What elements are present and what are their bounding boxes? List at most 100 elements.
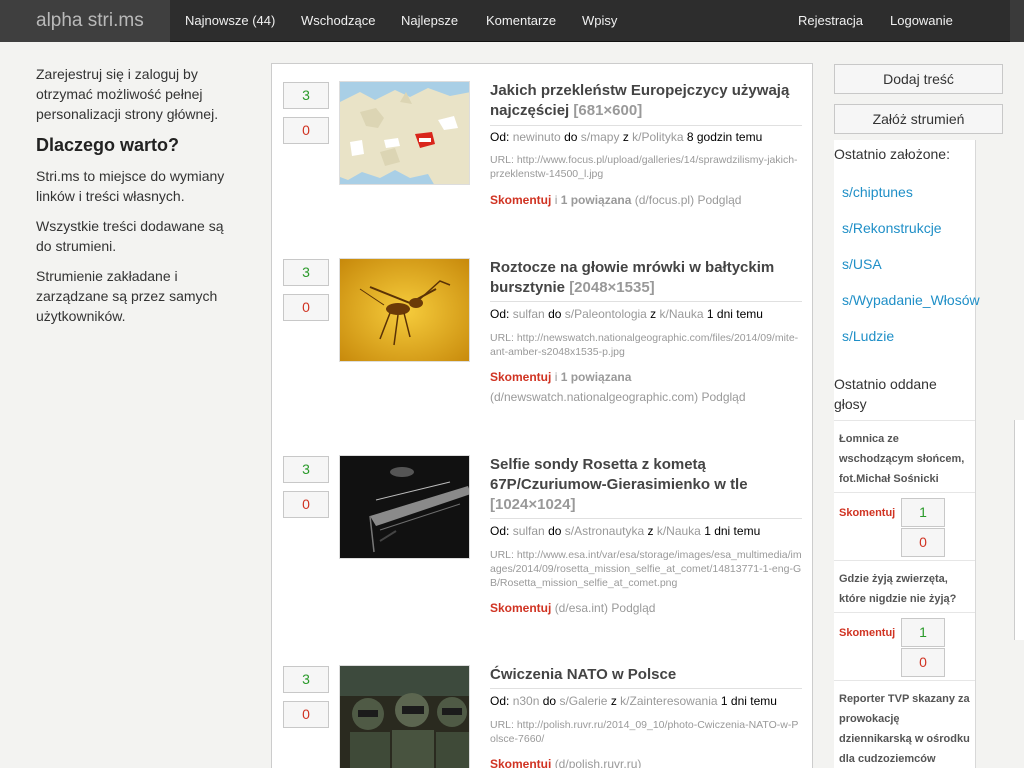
create-stream-button[interactable]: Załóż strumień: [834, 104, 1003, 134]
meta-label: z: [647, 524, 654, 538]
right-sidebar: Ostatnio założone: s/chiptunes s/Rekonst…: [834, 140, 980, 768]
add-content-button[interactable]: Dodaj treść: [834, 64, 1003, 94]
preview-link[interactable]: Podgląd: [697, 193, 741, 207]
image-dimensions: [1024×1024]: [490, 496, 576, 513]
domain-link[interactable]: (d/polish.ruvr.ru): [555, 757, 642, 768]
top-navbar: alpha stri.ms Najnowsze (44) Wschodzące …: [0, 0, 1024, 42]
comment-link[interactable]: Skomentuj: [490, 601, 551, 615]
comment-link[interactable]: Skomentuj: [490, 370, 551, 384]
register-link[interactable]: Rejestracja: [798, 0, 863, 42]
post-title-text[interactable]: Ćwiczenia NATO w Polsce: [490, 666, 676, 683]
actions-separator: i: [554, 193, 558, 207]
post-title[interactable]: Jakich przekleństw Europejczycy używają …: [490, 81, 802, 121]
domain-link[interactable]: (d/newswatch.nationalgeographic.com): [490, 390, 698, 404]
nav-best[interactable]: Najlepsze: [401, 0, 458, 42]
stream-link[interactable]: s/USA: [842, 254, 882, 274]
nato-soldiers-image: [340, 666, 469, 768]
post-title[interactable]: Roztocze na głowie mrówki w bałtyckim bu…: [490, 258, 802, 298]
preview-link[interactable]: Podgląd: [701, 390, 745, 404]
stream-link[interactable]: s/Wypadanie_Włosów: [842, 290, 980, 310]
stream-link[interactable]: s/Paleontologia: [565, 307, 647, 321]
upvote-button[interactable]: 1: [901, 498, 945, 527]
post-meta: Od: sulfan do s/Paleontologia z k/Nauka …: [490, 306, 810, 322]
meta-label: do: [548, 307, 562, 321]
stream-link[interactable]: s/Galerie: [559, 694, 607, 708]
stream-link[interactable]: s/Astronautyka: [565, 524, 644, 538]
post-divider: [490, 518, 802, 519]
upvote-button[interactable]: 1: [901, 618, 945, 647]
stream-link[interactable]: s/chiptunes: [842, 182, 913, 202]
post-time: 1 dni temu: [720, 694, 777, 708]
preview-link[interactable]: Podgląd: [611, 601, 655, 615]
downvote-button[interactable]: 0: [283, 701, 329, 728]
downvote-button[interactable]: 0: [283, 117, 329, 144]
upvote-button[interactable]: 3: [283, 456, 329, 483]
nav-rising[interactable]: Wschodzące: [301, 0, 375, 42]
scrollbar[interactable]: [1014, 420, 1024, 640]
downvote-button[interactable]: 0: [901, 528, 945, 557]
post-title-text[interactable]: Selfie sondy Rosetta z kometą 67P/Czuriu…: [490, 456, 748, 493]
category-link[interactable]: k/Zainteresowania: [620, 694, 717, 708]
author-link[interactable]: sulfan: [513, 524, 545, 538]
upvote-button[interactable]: 3: [283, 666, 329, 693]
nav-comments[interactable]: Komentarze: [486, 0, 556, 42]
comment-link[interactable]: Skomentuj: [839, 507, 895, 519]
post-meta: Od: n30n do s/Galerie z k/Zainteresowani…: [490, 693, 810, 709]
post-actions: Skomentuj i 1 powiązana (d/focus.pl) Pod…: [490, 190, 790, 210]
recent-vote-actions: Skomentuj 1 0: [834, 492, 975, 560]
related-link[interactable]: 1 powiązana: [561, 193, 632, 207]
comment-link[interactable]: Skomentuj: [490, 193, 551, 207]
post-time: 8 godzin temu: [686, 130, 763, 144]
post-thumbnail[interactable]: [339, 455, 470, 559]
author-link[interactable]: newinuto: [513, 130, 561, 144]
meta-label: do: [542, 694, 557, 708]
category-link[interactable]: k/Polityka: [632, 130, 683, 144]
vote-item-title[interactable]: Reporter TVP skazany za prowokację dzien…: [839, 689, 975, 768]
category-link[interactable]: k/Nauka: [657, 524, 701, 538]
post-thumbnail[interactable]: [339, 81, 470, 185]
brand-logo[interactable]: alpha stri.ms: [0, 0, 170, 42]
rosetta-selfie-image: [340, 456, 469, 558]
author-link[interactable]: n30n: [513, 694, 540, 708]
recent-vote-item: Reporter TVP skazany za prowokację dzien…: [834, 680, 975, 768]
domain-link[interactable]: (d/focus.pl): [635, 193, 694, 207]
recent-votes-heading: Ostatnio oddane głosy: [834, 376, 937, 412]
comment-link[interactable]: Skomentuj: [839, 627, 895, 639]
post-actions: Skomentuj i 1 powiązana (d/newswatch.nat…: [490, 367, 790, 407]
post-title[interactable]: Selfie sondy Rosetta z kometą 67P/Czuriu…: [490, 455, 802, 515]
vote-item-title[interactable]: Łomnica ze wschodzącym słońcem, fot.Mich…: [839, 429, 975, 489]
stream-link[interactable]: s/mapy: [581, 130, 620, 144]
upvote-button[interactable]: 3: [283, 82, 329, 109]
downvote-button[interactable]: 0: [901, 648, 945, 677]
downvote-button[interactable]: 0: [283, 294, 329, 321]
related-link[interactable]: 1 powiązana: [561, 370, 632, 384]
domain-link[interactable]: (d/esa.int): [555, 601, 608, 615]
post-title[interactable]: Ćwiczenia NATO w Polsce: [490, 665, 802, 685]
navbar-edge: [1010, 0, 1024, 42]
category-link[interactable]: k/Nauka: [660, 307, 704, 321]
author-link[interactable]: sulfan: [513, 307, 545, 321]
login-link[interactable]: Logowanie: [890, 0, 953, 42]
amber-ant-image: [340, 259, 469, 361]
stream-link[interactable]: s/Rekonstrukcje: [842, 218, 942, 238]
nav-newest[interactable]: Najnowsze (44): [185, 0, 275, 42]
post-thumbnail[interactable]: [339, 665, 470, 768]
intro-text: Zarejestruj się i zaloguj by otrzymać mo…: [36, 66, 219, 122]
recent-vote-item: Łomnica ze wschodzącym słońcem, fot.Mich…: [834, 420, 975, 492]
post-url: URL: http://newswatch.nationalgeographic…: [490, 332, 799, 358]
recently-created-heading: Ostatnio założone:: [834, 146, 950, 162]
downvote-button[interactable]: 0: [283, 491, 329, 518]
post-time: 1 dni temu: [704, 524, 761, 538]
post-divider: [490, 301, 802, 302]
comment-link[interactable]: Skomentuj: [490, 757, 551, 768]
post-actions: Skomentuj (d/polish.ruvr.ru): [490, 754, 790, 768]
nav-entries[interactable]: Wpisy: [582, 0, 617, 42]
stream-link[interactable]: s/Ludzie: [842, 326, 894, 346]
post-actions: Skomentuj (d/esa.int) Podgląd: [490, 598, 790, 618]
vote-item-title[interactable]: Gdzie żyją zwierzęta, które nigdzie nie …: [839, 569, 975, 609]
post-meta: Od: sulfan do s/Astronautyka z k/Nauka 1…: [490, 523, 810, 539]
actions-separator: i: [554, 370, 558, 384]
post-thumbnail[interactable]: [339, 258, 470, 362]
upvote-button[interactable]: 3: [283, 259, 329, 286]
meta-label: do: [548, 524, 562, 538]
